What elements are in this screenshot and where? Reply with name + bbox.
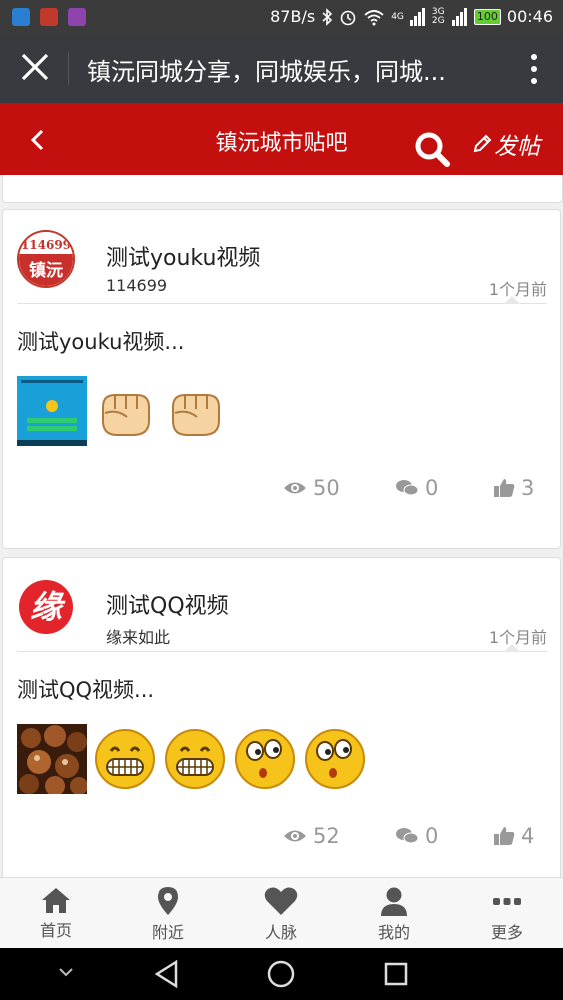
gallery-notification-icon xyxy=(68,8,86,26)
recents-square-icon[interactable] xyxy=(384,962,408,986)
heart-icon xyxy=(264,887,298,915)
network-type-3g2g: 3G 2G xyxy=(431,6,445,26)
notification-icons xyxy=(12,8,86,26)
post-excerpt: 测试youku视频... xyxy=(17,330,185,354)
post-media xyxy=(17,376,227,446)
grin-icon xyxy=(95,729,155,789)
like-count-value: 3 xyxy=(521,476,535,500)
wifi-icon xyxy=(364,9,384,25)
more-vertical-icon[interactable] xyxy=(529,52,539,86)
surprised-icon xyxy=(305,729,365,789)
avatar-text: 缘 xyxy=(30,588,66,626)
comments-icon xyxy=(396,480,419,496)
clock: 00:46 xyxy=(506,7,553,26)
avatar[interactable]: 缘 xyxy=(17,578,75,636)
alarm-icon xyxy=(340,10,356,25)
comments-icon xyxy=(396,828,419,844)
status-indicators: 87B/s 4G 3G 2G 100 00:46 xyxy=(270,7,553,26)
signal-icon xyxy=(409,7,425,26)
battery-indicator: 100 xyxy=(473,8,501,25)
post-stats: 52 0 4 xyxy=(3,824,560,858)
video-thumbnail[interactable] xyxy=(17,376,87,446)
thumbs-up-icon xyxy=(494,827,515,845)
avatar[interactable]: 114699 镇沅 xyxy=(17,230,75,288)
avatar-image: 缘 xyxy=(19,580,73,634)
more-dots-icon xyxy=(493,898,521,905)
app-notification-icon xyxy=(40,8,58,26)
location-pin-icon xyxy=(158,887,178,915)
comment-count-value: 0 xyxy=(425,476,439,500)
user-icon xyxy=(381,887,407,916)
tab-more[interactable]: 更多 xyxy=(451,878,563,949)
eye-icon xyxy=(284,482,306,494)
post-author: 缘来如此 xyxy=(106,628,171,647)
forum-header: 镇沅城市贴吧 发帖 xyxy=(0,103,563,175)
search-icon[interactable] xyxy=(413,130,451,168)
comment-count[interactable]: 0 xyxy=(395,824,438,848)
post-stats: 50 0 3 xyxy=(3,476,560,510)
tab-mine[interactable]: 我的 xyxy=(338,878,450,949)
new-post-button[interactable]: 发帖 xyxy=(472,127,540,161)
new-post-label: 发帖 xyxy=(494,134,540,160)
post-card[interactable]: 缘 测试QQ视频 缘来如此 1个月前 测试QQ视频... 52 0 4 xyxy=(2,557,561,877)
divider-notch xyxy=(504,296,520,304)
view-count-value: 52 xyxy=(313,824,340,848)
tab-label: 更多 xyxy=(490,923,523,942)
home-icon xyxy=(42,888,70,913)
view-count-value: 50 xyxy=(313,476,340,500)
avatar-image: 114699 镇沅 xyxy=(19,232,73,286)
bottom-tab-bar: 首页 附近 人脉 我的 更多 xyxy=(0,877,563,949)
avatar-text-top: 114699 xyxy=(21,238,71,252)
post-title[interactable]: 测试QQ视频 xyxy=(106,588,229,620)
post-card[interactable]: 114699 镇沅 测试youku视频 114699 1个月前 测试youku视… xyxy=(2,209,561,549)
tab-home[interactable]: 首页 xyxy=(0,878,112,949)
eye-icon xyxy=(284,830,306,842)
browser-page-title: 镇沅同城分享，同城娱乐，同城... xyxy=(87,58,446,86)
post-excerpt: 测试QQ视频... xyxy=(17,678,155,702)
tab-label: 首页 xyxy=(39,921,72,940)
system-navigation-bar xyxy=(0,948,563,1000)
network-type-4g: 4G xyxy=(391,11,404,22)
bluetooth-icon xyxy=(322,7,333,26)
tab-label: 附近 xyxy=(151,923,184,942)
network-speed: 87B/s xyxy=(270,7,316,26)
fist-icon xyxy=(102,394,150,436)
back-triangle-icon[interactable] xyxy=(154,960,180,988)
home-circle-icon[interactable] xyxy=(267,960,295,988)
comment-count-value: 0 xyxy=(425,824,439,848)
fist-icon xyxy=(172,394,220,436)
avatar-text-bottom: 镇沅 xyxy=(29,260,63,281)
tab-contacts[interactable]: 人脉 xyxy=(225,878,337,949)
video-thumbnail[interactable] xyxy=(17,724,87,794)
post-title[interactable]: 测试youku视频 xyxy=(106,240,260,272)
status-bar: 87B/s 4G 3G 2G 100 00:46 xyxy=(0,0,563,34)
pencil-icon xyxy=(473,134,492,153)
divider xyxy=(68,52,69,85)
divider-notch xyxy=(504,644,520,652)
close-icon[interactable] xyxy=(18,50,52,84)
post-list: 114699 镇沅 测试youku视频 114699 1个月前 测试youku视… xyxy=(0,175,563,877)
post-media xyxy=(17,724,367,794)
like-count[interactable]: 3 xyxy=(493,476,534,500)
view-count: 52 xyxy=(283,824,340,848)
thumbs-up-icon xyxy=(494,479,515,497)
divider xyxy=(17,303,547,304)
post-author: 114699 xyxy=(106,276,168,295)
app-notification-icon xyxy=(12,8,30,26)
divider xyxy=(17,651,547,652)
tab-nearby[interactable]: 附近 xyxy=(112,878,224,949)
post-card-partial[interactable] xyxy=(2,175,563,203)
hide-keyboard-icon[interactable] xyxy=(58,966,74,978)
surprised-icon xyxy=(235,729,295,789)
browser-title-bar: 镇沅同城分享，同城娱乐，同城... xyxy=(0,34,563,103)
view-count: 50 xyxy=(283,476,340,500)
signal-icon-2 xyxy=(451,7,467,26)
tab-label: 人脉 xyxy=(264,923,297,942)
comment-count[interactable]: 0 xyxy=(395,476,438,500)
tab-label: 我的 xyxy=(377,923,410,942)
like-count[interactable]: 4 xyxy=(493,824,534,848)
like-count-value: 4 xyxy=(521,824,535,848)
grin-icon xyxy=(165,729,225,789)
